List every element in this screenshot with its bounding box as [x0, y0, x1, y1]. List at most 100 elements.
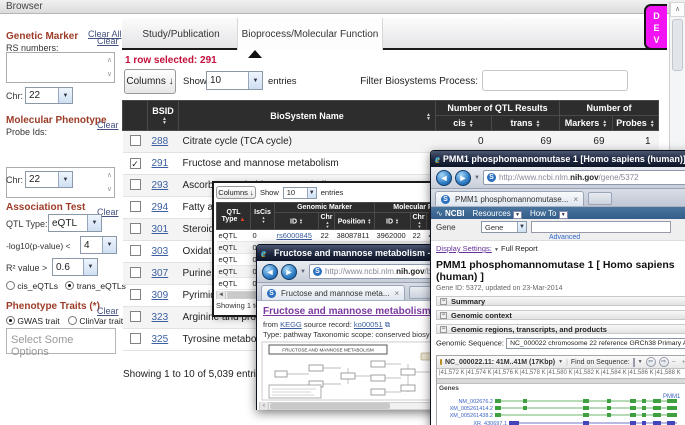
row-checkbox[interactable]: ✓	[130, 158, 141, 169]
pan-left-button[interactable]: ⇦	[646, 357, 656, 367]
window-titlebar[interactable]: e PMM1 phosphomannomutase 1 [Homo sapien…	[431, 151, 685, 167]
popup-show-select[interactable]: 10▼	[283, 187, 317, 199]
close-tab-icon[interactable]: ×	[573, 195, 578, 204]
record-id-link[interactable]: ko00051	[354, 320, 383, 329]
transcript-label[interactable]: NM_002676.2	[458, 399, 493, 405]
new-tab-button[interactable]	[588, 192, 612, 205]
popup-columns-button[interactable]: Columns ↓	[216, 186, 256, 199]
bsid-column-header[interactable]: BSID	[148, 101, 179, 131]
qtl-type-select[interactable]: eQTL▼	[48, 214, 102, 232]
genomic-sequence-select[interactable]: NC_000022 chromosome 22 reference GRCh38…	[506, 338, 685, 349]
browser-tab[interactable]: S PMM1 phosphomannomutase... ×	[435, 191, 584, 206]
history-dropdown-icon[interactable]: ▼	[300, 269, 306, 275]
row-checkbox[interactable]	[130, 135, 141, 146]
scroll-up-icon[interactable]: ∧	[107, 57, 112, 64]
scroll-up-icon[interactable]: ∧	[107, 172, 112, 179]
bsid-link[interactable]: 301	[152, 224, 169, 235]
trans-eqtls-radio[interactable]	[65, 281, 74, 290]
cis-eqtls-radio[interactable]	[6, 281, 15, 290]
scroll-left-icon[interactable]: ◄	[217, 291, 226, 299]
trans-column-header[interactable]: trans	[492, 116, 560, 131]
bsid-link[interactable]: 307	[152, 268, 169, 279]
section-genomic-context[interactable]: −Genomic context	[436, 310, 685, 320]
row-checkbox[interactable]	[130, 289, 141, 300]
folder-icon[interactable]	[440, 359, 442, 365]
chr-select-1[interactable]: 22▼	[25, 87, 73, 104]
row-checkbox[interactable]	[130, 267, 141, 278]
collapse-icon[interactable]: −	[440, 326, 447, 333]
name-column-header[interactable]: BioSystem Name	[179, 101, 436, 131]
ncbi-logo[interactable]: ∿ NCBI	[436, 209, 465, 218]
scrollbar-thumb[interactable]	[270, 403, 390, 409]
pan-right-button[interactable]: ⇨	[659, 357, 669, 367]
forward-button[interactable]: ►	[281, 264, 297, 280]
collapse-icon[interactable]: −	[440, 298, 447, 305]
bsid-link[interactable]: 291	[152, 158, 169, 169]
trait-options-input[interactable]: Select Some Options	[6, 328, 116, 354]
database-select[interactable]: Gene▼	[481, 221, 527, 233]
browser-tab[interactable]: S Fructose and mannose meta... ×	[261, 285, 405, 300]
section-genomic-regions[interactable]: −Genomic regions, transcripts, and produ…	[436, 324, 685, 334]
tab-study-publication[interactable]: Study/Publication	[125, 18, 237, 50]
bsid-link[interactable]: 309	[152, 290, 169, 301]
find-input[interactable]	[633, 358, 635, 367]
biosystem-record-link[interactable]: Fructose and mannose metabolism	[263, 306, 431, 317]
address-bar[interactable]: S http://www.ncbi.nlm.nih.gov/gene/5372	[483, 170, 685, 185]
iscis-header[interactable]: IsCis	[251, 203, 275, 230]
chr-select-2[interactable]: 22▼	[25, 171, 73, 188]
forward-button[interactable]: ►	[455, 170, 471, 186]
viewer-location[interactable]: NC_000022.11: 41M..41M (17Kbp)	[445, 359, 555, 366]
row-checkbox[interactable]	[130, 179, 141, 190]
transcript-label[interactable]: XR_430697.1	[473, 421, 507, 425]
bsid-link[interactable]: 288	[152, 136, 169, 147]
bsid-link[interactable]: 323	[152, 312, 169, 323]
row-checkbox[interactable]	[130, 311, 141, 322]
transcript-label[interactable]: XM_005261438.2	[450, 413, 493, 419]
row-checkbox[interactable]	[130, 201, 141, 212]
probes-column-header[interactable]: Probes	[613, 116, 659, 131]
history-dropdown-icon[interactable]: ▼	[474, 175, 480, 181]
kegg-link[interactable]: KEGG	[280, 320, 302, 329]
transcript-label[interactable]: XM_005261414.2	[450, 406, 493, 412]
rsid-link[interactable]: rs6000845	[277, 231, 312, 240]
section-summary[interactable]: −Summary	[436, 296, 685, 306]
bsid-link[interactable]: 293	[152, 180, 169, 191]
molecular-phenotype-clear[interactable]: Clear	[97, 115, 119, 133]
row-checkbox[interactable]	[130, 333, 141, 344]
advanced-link[interactable]: Advanced	[549, 234, 580, 241]
qtl-type-header[interactable]: QTL Type▲	[217, 203, 251, 230]
dev-side-tab[interactable]: DEV	[644, 4, 667, 50]
row-checkbox[interactable]	[130, 223, 141, 234]
scroll-left-icon[interactable]: ‹	[260, 402, 269, 410]
howto-menu[interactable]: How To ▼	[530, 209, 568, 218]
display-settings-link[interactable]: Display Settings:	[436, 244, 492, 253]
gwas-trait-radio[interactable]	[6, 316, 15, 325]
tab-bioprocess-molecular-function[interactable]: Bioprocess/Molecular Function	[237, 18, 383, 50]
row-checkbox[interactable]	[130, 245, 141, 256]
collapse-icon[interactable]: −	[440, 312, 447, 319]
r2-select[interactable]: 0.6▼	[52, 258, 98, 276]
search-input[interactable]	[531, 221, 671, 233]
columns-button[interactable]: Columns ↓	[124, 69, 176, 94]
marker-id-header[interactable]: ID	[275, 213, 319, 230]
scrollbar-thumb[interactable]	[672, 19, 683, 71]
pvalue-select[interactable]: 4▼	[80, 236, 117, 254]
probe-id-header[interactable]: ID	[375, 213, 411, 230]
show-entries-select[interactable]: 10▼	[206, 71, 263, 90]
cis-column-header[interactable]: cis	[436, 116, 492, 131]
scroll-down-icon[interactable]: ∨	[107, 186, 112, 193]
bsid-link[interactable]: 294	[152, 202, 169, 213]
marker-chr-header[interactable]: Chr	[319, 213, 335, 230]
clinvar-trait-radio[interactable]	[68, 316, 77, 325]
probe-chr-header[interactable]: Chr	[411, 213, 427, 230]
close-tab-icon[interactable]: ×	[395, 289, 400, 298]
filter-input[interactable]	[482, 70, 628, 91]
gene-symbol-label[interactable]: PMM1	[663, 394, 681, 400]
scroll-down-icon[interactable]: ∨	[107, 71, 112, 78]
marker-position-header[interactable]: Position	[335, 213, 375, 230]
genetic-marker-clear[interactable]: Clear	[97, 31, 119, 49]
bsid-link[interactable]: 303	[152, 246, 169, 257]
resources-menu[interactable]: Resources ▼	[473, 209, 522, 218]
back-button[interactable]: ◄	[262, 264, 278, 280]
bsid-link[interactable]: 325	[152, 334, 169, 345]
